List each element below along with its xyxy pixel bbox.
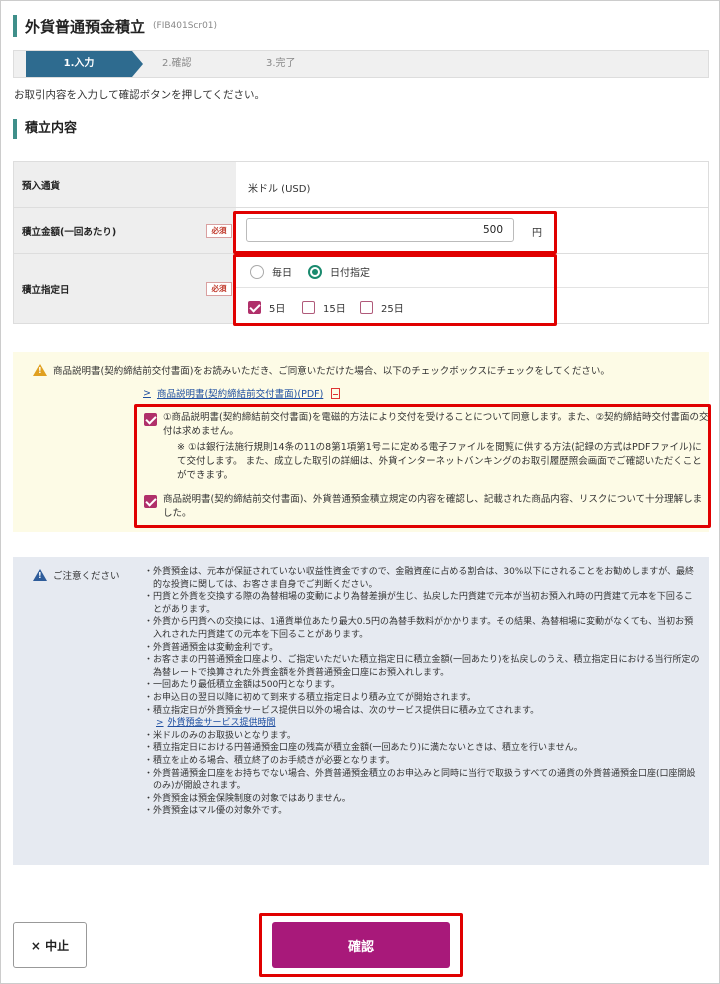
caution-item: ・円貨と外貨を交換する際の為替相場の変動により為替差損が生じ、払戻した円貨建で元… [144,592,693,615]
radio-daily-label: 毎日 [272,268,292,279]
step-complete: 3.完了 [266,58,296,69]
caution-heading-text: ご注意ください [53,571,120,582]
caution-item: ・積立を止める場合、積立終了のお手続きが必要となります。 [144,755,395,766]
caution-list: ・外貨預金は、元本が保証されていない収益性資金ですので、金融資産に占める割合は、… [144,566,700,818]
cancel-button[interactable]: × 中止 [13,922,87,968]
caution-item: ・お申込日の翌日以降に初めて到来する積立指定日より積み立てが開始されます。 [144,692,476,703]
page-title: 外貨普通預金積立 (FIB401Scr01) [13,15,217,37]
caution-item: ・外貨預金はマル優の対象外です。 [144,806,288,817]
checkbox-agree-electronic[interactable] [144,413,157,426]
caution-box: ご注意ください ・外貨預金は、元本が保証されていない収益性資金ですので、金融資産… [13,557,709,865]
caution-item: ・米ドルのみのお取扱いとなります。 [144,730,296,741]
section-title: 積立内容 [13,119,77,139]
currency-value: 米ドル (USD) [236,162,708,207]
caution-item: ・積立指定日における円普通預金口座の残高が積立金額(一回あたり)に満たないときは… [144,743,583,754]
currency-label: 預入通貨 [14,162,236,207]
radio-date-specify[interactable]: 日付指定 [308,264,370,279]
date-value-cell: 毎日 日付指定 5日 15日 25日 [236,254,708,323]
step-input: 1.入力 [26,51,143,77]
service-hours-link-text[interactable]: 外貨預金サービス提供時間 [168,718,276,728]
amount-unit: 円 [532,228,542,239]
amount-label: 積立金額(一回あたり) [22,226,117,238]
chevron-right-icon: > [143,387,151,399]
amount-input[interactable]: 500 [246,218,514,242]
day-5-checkbox[interactable]: 5日 [248,300,285,315]
amount-label-cell: 積立金額(一回あたり) 必須 [14,208,236,253]
caution-item: ・お客さまの円普通預金口座より、ご指定いただいた積立指定日に積立金額(一回あたり… [144,655,700,678]
checkbox-day-25[interactable] [360,301,373,314]
notice-lead-text: 商品説明書(契約締結前交付書面)をお読みいただき、ご同意いただけた場合、以下のチ… [53,366,610,377]
caution-item: ・外貨預金は預金保険制度の対象ではありません。 [144,793,351,804]
caution-item: ・一回あたり最低積立金額は500円となります。 [144,680,341,691]
caution-item: ・積立指定日が外貨預金サービス提供日以外の場合は、次のサービス提供日に積み立てさ… [144,705,540,716]
page-title-text: 外貨普通預金積立 [25,17,146,36]
step-confirm: 2.確認 [162,58,192,69]
amount-value-cell: 500 円 [236,208,708,253]
currency-value-text: 米ドル (USD) [248,184,311,195]
date-label-cell: 積立指定日 必須 [14,254,236,323]
agree-understand-text: 商品説明書(契約締結前交付書面)、外貨普通預金積立規定の内容を確認し、記載された… [163,494,703,519]
agree-understand[interactable]: 商品説明書(契約締結前交付書面)、外貨普通預金積立規定の内容を確認し、記載された… [144,493,710,521]
notice-lead: 商品説明書(契約締結前交付書面)をお読みいただき、ご同意いただけた場合、以下のチ… [33,363,610,377]
caution-item: ・外貨から円貨への交換には、1通貨単位あたり最大0.5円の為替手数料がかかります… [144,617,694,640]
date-row: 積立指定日 必須 毎日 日付指定 5日 15日 25日 [14,254,708,324]
checkbox-agree-understand[interactable] [144,495,157,508]
service-hours-link[interactable]: > 外貨預金サービス提供時間 [144,717,700,730]
pdf-link-text[interactable]: 商品説明書(契約締結前交付書面)(PDF) [157,386,323,400]
agree-electronic-note: ※ ①は銀行法施行規則14条の11の8第1項第1号ニに定める電子ファイルを閲覧に… [177,442,702,481]
radio-date-specify-label: 日付指定 [330,268,370,279]
caution-item: ・外貨預金は、元本が保証されていない収益性資金ですので、金融資産に占める割合は、… [144,567,695,590]
warning-icon [33,364,47,376]
day-15-label: 15日 [323,304,346,315]
day-25-checkbox[interactable]: 25日 [360,300,404,315]
pdf-icon [331,387,341,399]
product-notice: 商品説明書(契約締結前交付書面)をお読みいただき、ご同意いただけた場合、以下のチ… [13,352,709,532]
radio-daily[interactable]: 毎日 [250,264,292,279]
day-15-checkbox[interactable]: 15日 [302,300,346,315]
caution-heading: ご注意ください [33,568,120,582]
required-badge: 必須 [206,223,232,238]
checkbox-day-5[interactable] [248,301,261,314]
agree-electronic-text: ①商品説明書(契約締結前交付書面)を電磁的方法により交付を受けることについて同意… [163,412,709,437]
date-label: 積立指定日 [22,284,70,296]
required-badge: 必須 [206,281,232,296]
step-indicator: 1.入力 2.確認 3.完了 [13,50,709,78]
caution-item: ・外貨普通預金は変動金利です。 [144,642,279,653]
pdf-link[interactable]: > 商品説明書(契約締結前交付書面)(PDF) [143,386,341,400]
checkbox-day-15[interactable] [302,301,315,314]
caution-icon [33,569,47,581]
day-5-label: 5日 [269,304,286,315]
confirm-button[interactable]: 確認 [272,922,450,968]
form-table: 預入通貨 米ドル (USD) 積立金額(一回あたり) 必須 500 円 積立指定… [13,161,709,324]
day-25-label: 25日 [381,304,404,315]
chevron-right-icon: > [156,718,164,729]
amount-row: 積立金額(一回あたり) 必須 500 円 [14,208,708,254]
radio-date-specify-button[interactable] [308,264,322,279]
caution-item: ・外貨普通預金口座をお持ちでない場合、外貨普通預金積立のお申込みと同時に当行で取… [144,768,696,792]
radio-daily-button[interactable] [250,264,264,279]
currency-row: 預入通貨 米ドル (USD) [14,162,708,208]
instruction-text: お取引内容を入力して確認ボタンを押してください。 [14,89,266,101]
agree-electronic[interactable]: ①商品説明書(契約締結前交付書面)を電磁的方法により交付を受けることについて同意… [144,411,710,483]
page-frame: 外貨普通預金積立 (FIB401Scr01) 1.入力 2.確認 3.完了 お取… [0,0,720,984]
screen-code: (FIB401Scr01) [153,21,218,31]
